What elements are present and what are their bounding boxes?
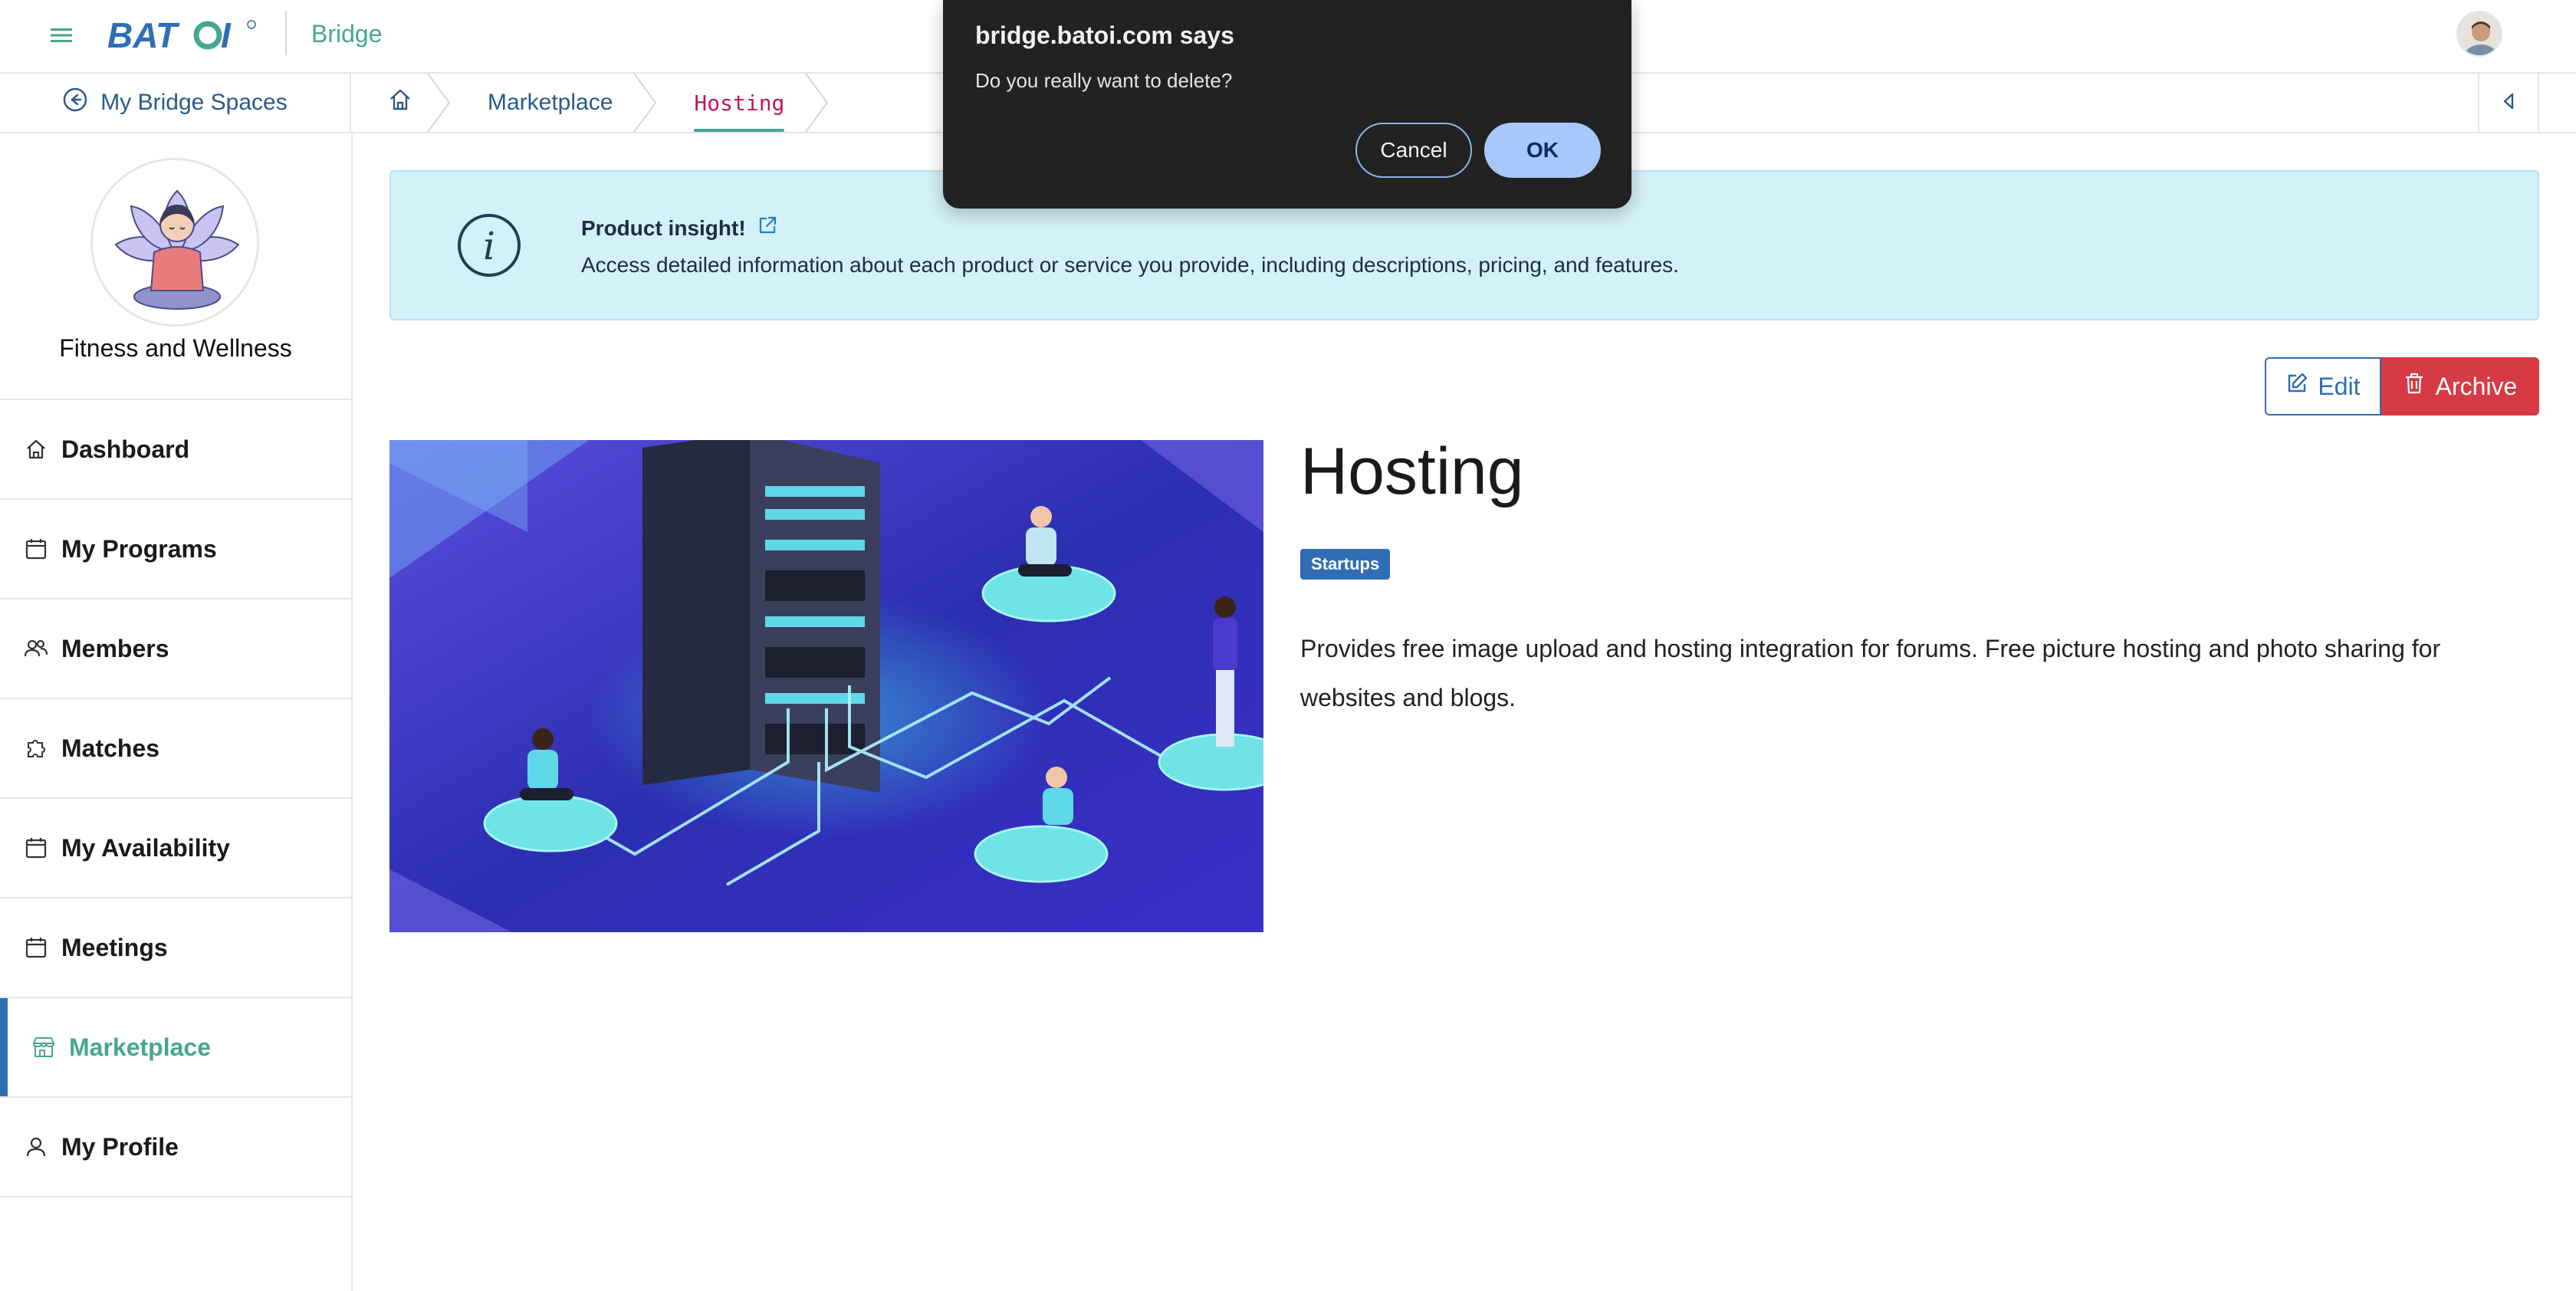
- dialog-ok-button[interactable]: OK: [1484, 123, 1601, 178]
- caret-left-icon: [2501, 92, 2516, 114]
- dialog-title: bridge.batoi.com says: [975, 21, 1234, 49]
- space-name: Fitness and Wellness: [59, 334, 292, 362]
- sidebar-item-label: Marketplace: [69, 1033, 211, 1061]
- my-bridge-spaces-label: My Bridge Spaces: [100, 90, 288, 115]
- dialog-cancel-button[interactable]: Cancel: [1355, 123, 1472, 178]
- active-tab-underline: [694, 129, 785, 132]
- archive-button[interactable]: Archive: [2381, 357, 2539, 416]
- sidebar-item-label: My Programs: [61, 534, 217, 563]
- svg-text:I: I: [221, 17, 232, 54]
- sidebar-item-meetings[interactable]: Meetings: [0, 898, 351, 998]
- back-circle-icon: [62, 87, 88, 119]
- calendar-icon: [23, 935, 49, 961]
- breadcrumb-marketplace[interactable]: Marketplace: [452, 74, 659, 132]
- sidebar-item-label: My Availability: [61, 833, 230, 862]
- product-tag: Startups: [1300, 549, 1391, 580]
- insight-description: Access detailed information about each p…: [581, 253, 1679, 277]
- external-link-icon[interactable]: [757, 215, 778, 241]
- sidebar-item-label: My Profile: [61, 1132, 179, 1161]
- breadcrumb-home[interactable]: [353, 74, 452, 132]
- sidebar-item-my-profile[interactable]: My Profile: [0, 1098, 351, 1197]
- svg-text:BAT: BAT: [107, 17, 180, 54]
- sidebar-item-matches[interactable]: Matches: [0, 699, 351, 799]
- sidebar-item-marketplace[interactable]: Marketplace: [0, 998, 351, 1098]
- batoi-logo[interactable]: BAT I: [107, 11, 261, 60]
- calendar-icon: [23, 835, 49, 861]
- product-title: Hosting: [1300, 435, 1524, 508]
- store-icon: [31, 1034, 57, 1060]
- home-icon: [23, 436, 49, 462]
- insight-title-row: Product insight!: [581, 215, 778, 241]
- calendar-icon: [23, 536, 49, 562]
- sidebar-item-label: Meetings: [61, 933, 168, 961]
- info-icon: i: [455, 212, 523, 279]
- user-avatar[interactable]: [2456, 11, 2502, 57]
- confirm-dialog: bridge.batoi.com says Do you really want…: [943, 0, 1631, 209]
- puzzle-icon: [23, 735, 49, 761]
- space-avatar: [90, 158, 259, 327]
- insight-title: Product insight!: [581, 215, 746, 240]
- sidebar-item-dashboard[interactable]: Dashboard: [0, 400, 351, 500]
- sidebar: Fitness and Wellness Dashboard My Progra…: [0, 133, 353, 1291]
- product-description: Provides free image upload and hosting i…: [1300, 635, 2441, 711]
- menu-icon[interactable]: [46, 20, 77, 51]
- app-name: Bridge: [311, 20, 383, 48]
- sidebar-item-label: Members: [61, 634, 169, 662]
- sidebar-item-label: Matches: [61, 734, 160, 762]
- collapse-panel-button[interactable]: [2478, 74, 2539, 132]
- breadcrumb-hosting-label: Hosting: [694, 90, 785, 116]
- sidebar-item-label: Dashboard: [61, 435, 190, 463]
- breadcrumb-marketplace-label: Marketplace: [488, 90, 613, 115]
- sidebar-nav: Dashboard My Programs Members Matches My…: [0, 399, 351, 1197]
- sidebar-item-members[interactable]: Members: [0, 600, 351, 699]
- archive-label: Archive: [2435, 372, 2518, 400]
- dialog-message: Do you really want to delete?: [975, 69, 1233, 92]
- edit-icon: [2285, 372, 2308, 401]
- edit-label: Edit: [2318, 372, 2361, 400]
- sidebar-item-my-availability[interactable]: My Availability: [0, 799, 351, 898]
- breadcrumb-hosting[interactable]: Hosting: [659, 74, 830, 132]
- svg-text:i: i: [483, 224, 495, 268]
- home-icon: [388, 87, 412, 118]
- user-icon: [23, 1134, 49, 1160]
- members-icon: [23, 636, 49, 662]
- my-bridge-spaces-link[interactable]: My Bridge Spaces: [0, 74, 351, 132]
- logo-divider: [285, 11, 287, 55]
- product-image: [389, 440, 1263, 932]
- sidebar-item-my-programs[interactable]: My Programs: [0, 500, 351, 600]
- trash-icon: [2404, 372, 2425, 401]
- edit-button[interactable]: Edit: [2265, 357, 2381, 416]
- breadcrumb: Marketplace Hosting: [353, 74, 830, 132]
